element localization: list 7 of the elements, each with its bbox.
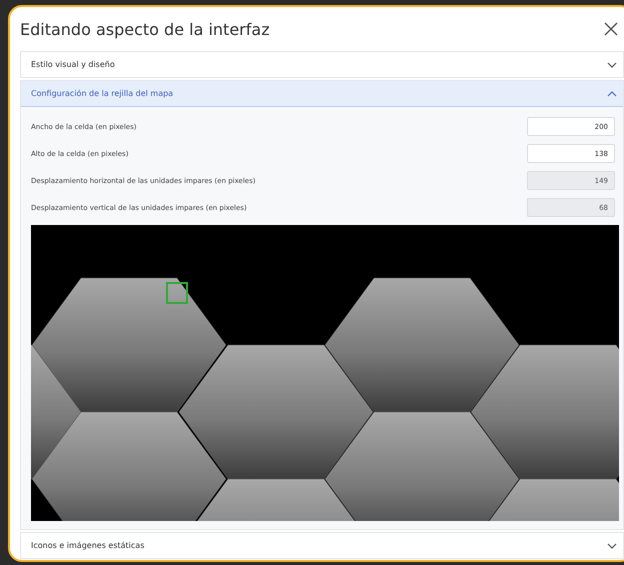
chevron-icon (607, 60, 617, 68)
close-button[interactable] (602, 20, 620, 38)
chevron-icon (607, 542, 617, 550)
window-title: Editando aspecto de la interfaz (20, 20, 270, 38)
accordion-header[interactable]: Configuración de la rejilla del mapa (21, 81, 623, 107)
chevron-icon (607, 90, 617, 98)
close-icon (604, 22, 618, 36)
